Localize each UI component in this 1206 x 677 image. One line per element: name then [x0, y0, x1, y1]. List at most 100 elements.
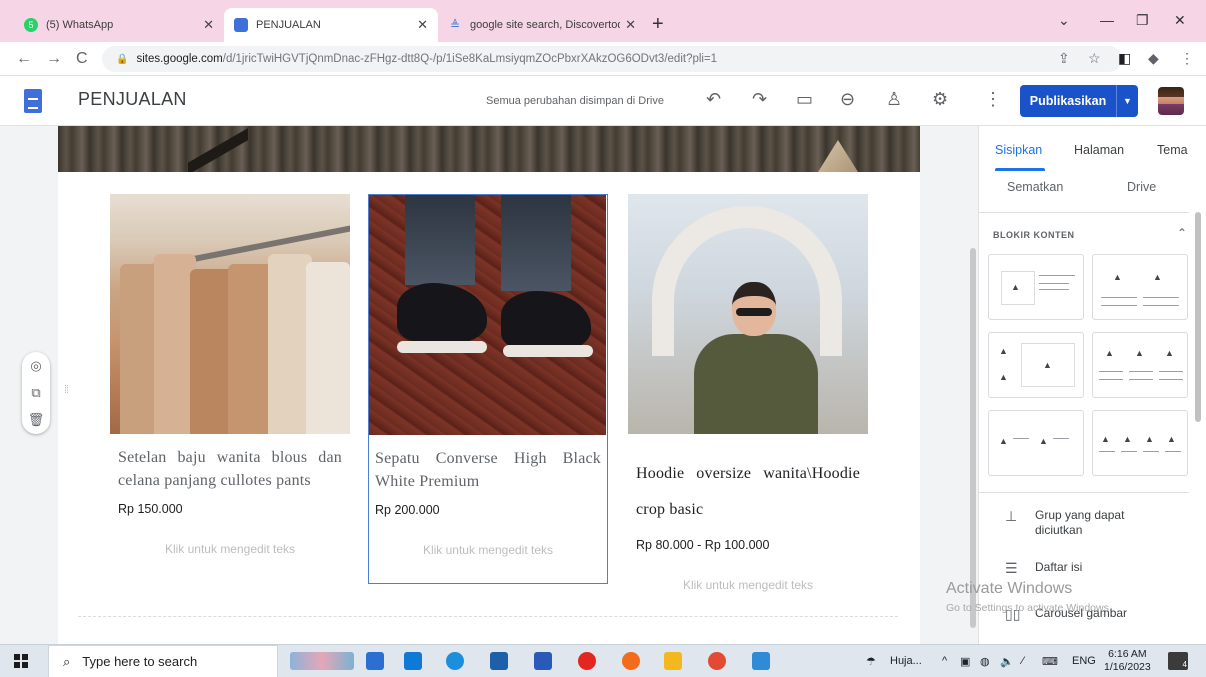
close-icon[interactable]: ✕ — [417, 17, 428, 33]
photos-icon[interactable] — [752, 652, 770, 670]
firefox-icon[interactable] — [622, 652, 640, 670]
restore-button[interactable]: ❐ — [1136, 12, 1149, 29]
more-options-icon[interactable]: ⋮ — [984, 89, 1002, 110]
redo-icon[interactable]: ↷ — [752, 89, 767, 110]
tab-penjualan[interactable]: PENJUALAN ✕ — [224, 8, 438, 42]
palette-icon[interactable]: ◎ — [30, 358, 41, 374]
task-view-icon[interactable] — [366, 652, 384, 670]
product-name[interactable]: Setelan baju wanita blous dan celana pan… — [118, 446, 342, 492]
user-avatar[interactable] — [1158, 87, 1184, 115]
tab-label: (5) WhatsApp — [46, 19, 114, 31]
keyboard-icon[interactable]: ⌨ — [1042, 655, 1058, 668]
chevron-down-icon[interactable]: ▼ — [1116, 85, 1138, 117]
product-card[interactable]: Setelan baju wanita blous dan celana pan… — [110, 194, 350, 556]
edge-icon[interactable] — [446, 652, 464, 670]
minimize-button[interactable]: — — [1100, 12, 1114, 28]
product-price[interactable]: Rp 80.000 - Rp 100.000 — [636, 538, 860, 552]
opera-icon[interactable] — [578, 652, 596, 670]
profile-icon[interactable]: ◆ — [1148, 50, 1159, 67]
tab-whatsapp[interactable]: 5 (5) WhatsApp ✕ — [14, 10, 224, 40]
windows-start-icon[interactable] — [14, 654, 28, 668]
product-price[interactable]: Rp 150.000 — [118, 502, 342, 516]
bookmark-star-icon[interactable]: ☆ — [1088, 50, 1101, 67]
layout-image-grid[interactable]: ▲ ▲ ▲ — [988, 332, 1084, 398]
taskbar-search[interactable]: ⌕ Type here to search — [48, 645, 278, 677]
tab-themes[interactable]: Tema — [1157, 143, 1188, 157]
duplicate-icon[interactable]: ⧉ — [31, 385, 40, 401]
close-icon[interactable]: ✕ — [625, 17, 636, 33]
mail-icon[interactable] — [404, 652, 422, 670]
store-icon[interactable] — [490, 652, 508, 670]
sites-logo-icon[interactable] — [24, 89, 42, 113]
table-of-contents-item[interactable]: ☰ Daftar isi — [1005, 560, 1082, 577]
reload-icon[interactable]: C — [76, 50, 88, 68]
url-field[interactable]: 🔒 sites.google.com /d/1jricTwiHGVTjQnmDn… — [102, 46, 1122, 72]
item-label: Daftar isi — [1035, 560, 1083, 574]
browser-menu-icon[interactable]: ⋮ — [1180, 50, 1194, 67]
volume-icon[interactable]: 🔈 — [1000, 655, 1014, 668]
taskbar-clock[interactable]: 6:16 AM 1/16/2023 — [1104, 648, 1151, 674]
product-price[interactable]: Rp 200.000 — [375, 503, 601, 517]
header-banner-image[interactable] — [58, 126, 920, 172]
share-with-others-icon[interactable]: ♙ — [886, 89, 902, 110]
layout-image-text-pairs[interactable]: ▲ ▲ — [988, 410, 1084, 476]
product-name[interactable]: Hoodie oversize wanita\Hoodie crop basic — [636, 456, 860, 528]
word-icon[interactable] — [534, 652, 552, 670]
product-name[interactable]: Sepatu Converse High Black White Premium — [375, 447, 601, 493]
window-close-button[interactable]: ✕ — [1174, 12, 1186, 29]
meet-icon[interactable]: ▣ — [960, 655, 970, 668]
preview-icon[interactable]: ▭ — [796, 89, 813, 110]
settings-gear-icon[interactable]: ⚙ — [932, 89, 948, 110]
site-title[interactable]: PENJUALAN — [78, 89, 187, 110]
share-icon[interactable]: ⇪ — [1058, 50, 1070, 67]
chevron-up-icon[interactable]: ^ — [942, 655, 947, 667]
edit-text-hint[interactable]: Klik untuk mengedit teks — [118, 542, 342, 556]
chrome-icon[interactable] — [708, 652, 726, 670]
forward-icon[interactable]: → — [46, 50, 62, 68]
drive-option[interactable]: Drive — [1127, 180, 1156, 194]
layout-two-images[interactable]: ▲ ▲ — [1092, 254, 1188, 320]
pen-icon[interactable]: ⁄ — [1022, 655, 1024, 667]
canvas-scrollbar[interactable] — [970, 248, 976, 628]
link-icon[interactable]: ⊖ — [840, 89, 855, 110]
language-indicator[interactable]: ENG — [1072, 655, 1096, 667]
notification-center-icon[interactable]: 4 — [1168, 652, 1188, 670]
network-icon[interactable]: ◍ — [980, 655, 990, 668]
edit-text-hint[interactable]: Klik untuk mengedit teks — [636, 578, 860, 592]
embed-option[interactable]: Sematkan — [1007, 180, 1063, 194]
tab-pages[interactable]: Halaman — [1074, 143, 1124, 157]
publish-button[interactable]: Publikasikan ▼ — [1020, 85, 1138, 117]
image-placeholder-icon: ▲ — [1153, 272, 1162, 282]
new-tab-button[interactable]: + — [652, 13, 664, 36]
weather-icon[interactable]: ☂ — [866, 655, 876, 668]
photo-detail — [736, 308, 772, 316]
panel-scrollbar[interactable] — [1195, 212, 1201, 422]
tab-insert[interactable]: Sisipkan — [995, 143, 1042, 157]
product-card[interactable]: Hoodie oversize wanita\Hoodie crop basic… — [628, 194, 868, 592]
trash-icon[interactable]: 🗑 — [28, 412, 45, 428]
chevron-up-icon[interactable]: ⌃ — [1177, 226, 1187, 240]
lock-icon: 🔒 — [116, 53, 129, 65]
product-photo-hoodie[interactable] — [628, 194, 868, 434]
product-card-selected[interactable]: Sepatu Converse High Black White Premium… — [368, 194, 608, 584]
layout-image-text[interactable]: ▲ — [988, 254, 1084, 320]
undo-icon[interactable]: ↶ — [706, 89, 721, 110]
image-placeholder-icon: ▲ — [1105, 348, 1114, 358]
product-photo-sneakers[interactable] — [369, 195, 606, 435]
tab-google-search[interactable]: ≜ google site search, Discovertoda ✕ — [438, 10, 646, 40]
collapsible-group-item[interactable]: ⊥ Grup yang dapat diciutkan — [1005, 508, 1155, 538]
sidebar-icon[interactable]: ◧ — [1118, 50, 1131, 67]
weather-text[interactable]: Huja... — [890, 655, 922, 667]
layout-four-images[interactable]: ▲ ▲ ▲ ▲ — [1092, 410, 1188, 476]
product-photo-clothes[interactable] — [110, 194, 350, 434]
edit-text-hint[interactable]: Klik untuk mengedit teks — [375, 543, 601, 557]
drag-handle-icon[interactable]: ⁞⁞ — [64, 384, 69, 396]
windows-taskbar: ⌕ Type here to search ☂ Huja... ^ ▣ ◍ 🔈 … — [0, 644, 1206, 677]
close-icon[interactable]: ✕ — [203, 17, 214, 33]
news-widget-icon[interactable] — [290, 652, 354, 670]
discover-icon: ≜ — [449, 18, 461, 32]
layout-three-images[interactable]: ▲ ▲ ▲ — [1092, 332, 1188, 398]
tab-search-icon[interactable]: ⌄ — [1058, 12, 1070, 29]
file-explorer-icon[interactable] — [664, 652, 682, 670]
back-icon[interactable]: ← — [16, 50, 32, 68]
